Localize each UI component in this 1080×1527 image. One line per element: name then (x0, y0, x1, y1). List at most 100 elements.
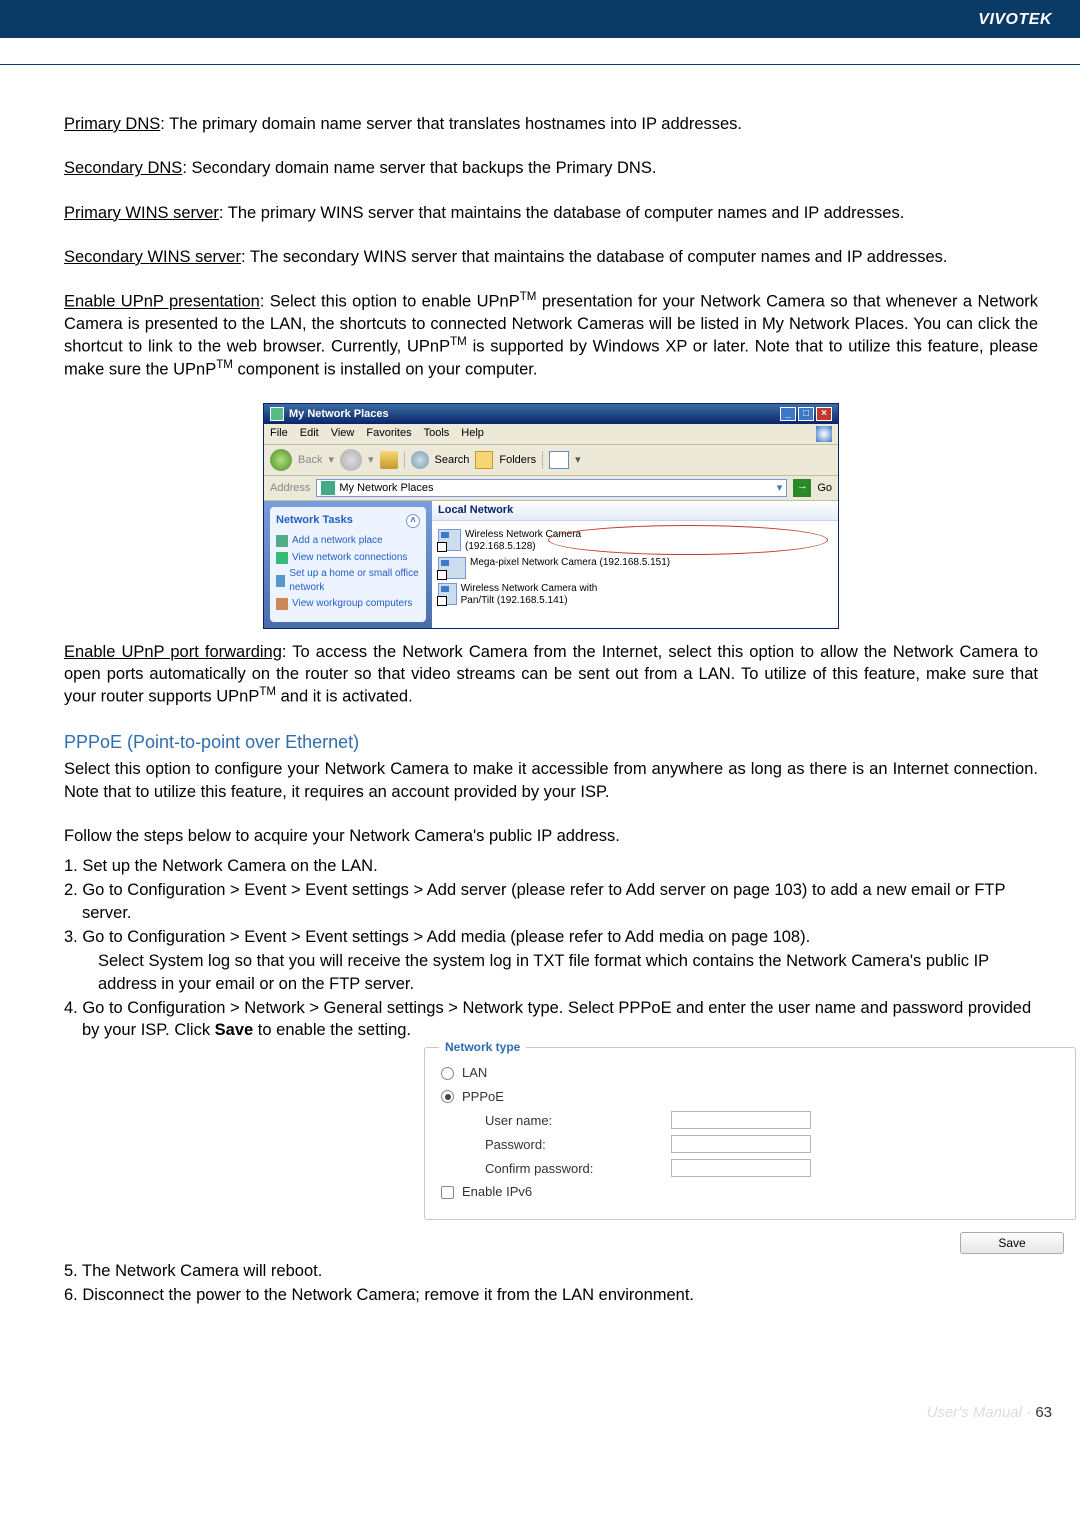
collapse-icon[interactable]: ˄ (406, 514, 420, 528)
primary-wins-text: : The primary WINS server that maintains… (219, 204, 904, 222)
tm-sup-2: TM (450, 336, 467, 348)
pppoe-follow: Follow the steps below to acquire your N… (64, 825, 1038, 847)
back-label: Back (298, 453, 322, 468)
menu-tools[interactable]: Tools (424, 426, 450, 442)
page-footer: User's Manual - 63 (0, 1403, 1080, 1441)
ipv6-checkbox[interactable] (441, 1186, 454, 1199)
sidebar-link-workgroup[interactable]: View workgroup computers (276, 597, 420, 611)
maximize-button[interactable]: □ (798, 407, 814, 421)
lan-radio[interactable] (441, 1067, 454, 1080)
upnp-port-term: Enable UPnP port forwarding (64, 643, 282, 661)
window-toolbar: Back ▾ ▾ Search Folders ▾ (264, 445, 838, 476)
forward-button[interactable] (340, 449, 362, 471)
secondary-wins-para: Secondary WINS server: The secondary WIN… (64, 246, 1038, 268)
sidebar-link-workgroup-text: View workgroup computers (292, 597, 412, 611)
back-button[interactable] (270, 449, 292, 471)
page-content: Primary DNS: The primary domain name ser… (0, 65, 1080, 1333)
step-4b: to enable the setting. (253, 1021, 411, 1039)
ipv6-row: Enable IPv6 (441, 1183, 1059, 1201)
ipv6-label: Enable IPv6 (462, 1183, 532, 1201)
folders-label[interactable]: Folders (499, 453, 536, 468)
callout-oval (548, 525, 828, 555)
search-icon[interactable] (411, 451, 429, 469)
brand-label: VIVOTEK (978, 9, 1052, 31)
pass-row: Password: (441, 1135, 1059, 1153)
upnp-port-b: and it is activated. (276, 688, 413, 706)
menu-file[interactable]: File (270, 426, 288, 442)
network-tasks-panel: Network Tasks ˄ Add a network place View… (270, 507, 426, 621)
pass-input[interactable] (671, 1135, 811, 1153)
pppoe-radio[interactable] (441, 1090, 454, 1103)
window-main-pane: Local Network Wireless Network Camera (1… (432, 501, 838, 627)
save-button[interactable]: Save (960, 1232, 1064, 1254)
address-icon (321, 481, 335, 495)
pppoe-row: PPPoE (441, 1088, 1059, 1106)
network-item-3-label: Wireless Network Camera with Pan/Tilt (1… (461, 583, 618, 607)
camera-icon (438, 583, 457, 605)
minimize-button[interactable]: _ (780, 407, 796, 421)
sidebar-link-setup-net-text: Set up a home or small office network (289, 567, 420, 594)
address-input[interactable]: My Network Places ▾ (316, 479, 787, 497)
close-button[interactable]: × (816, 407, 832, 421)
pppoe-intro: Select this option to configure your Net… (64, 758, 1038, 803)
step-3: 3. Go to Configuration > Event > Event s… (64, 926, 1038, 948)
step-1: 1. Set up the Network Camera on the LAN. (64, 855, 1038, 877)
upnp-port-para: Enable UPnP port forwarding: To access t… (64, 641, 1038, 708)
search-label[interactable]: Search (435, 453, 470, 468)
workgroup-icon (276, 598, 288, 610)
primary-wins-term: Primary WINS server (64, 204, 219, 222)
network-item-2[interactable]: Mega-pixel Network Camera (192.168.5.151… (438, 557, 670, 579)
sidebar-link-view-conn-text: View network connections (292, 551, 407, 565)
tm-sup-1: TM (520, 291, 537, 303)
secondary-dns-para: Secondary DNS: Secondary domain name ser… (64, 157, 1038, 179)
menu-help[interactable]: Help (461, 426, 484, 442)
view-conn-icon (276, 552, 288, 564)
secondary-wins-term: Secondary WINS server (64, 248, 241, 266)
up-folder-icon[interactable] (380, 451, 398, 469)
window-title-text: My Network Places (289, 407, 389, 422)
menu-view[interactable]: View (331, 426, 355, 442)
upnp-present-a: : Select this option to enable UPnP (260, 293, 520, 311)
footer-page-number: 63 (1035, 1404, 1052, 1421)
address-value: My Network Places (339, 481, 433, 496)
tm-sup-4: TM (259, 686, 276, 698)
window-body: Network Tasks ˄ Add a network place View… (264, 501, 838, 627)
primary-wins-para: Primary WINS server: The primary WINS se… (64, 202, 1038, 224)
local-network-header: Local Network (432, 501, 838, 521)
upnp-present-term: Enable UPnP presentation (64, 293, 260, 311)
user-input[interactable] (671, 1111, 811, 1129)
user-label: User name: (485, 1112, 605, 1130)
folders-icon[interactable] (475, 451, 493, 469)
sidebar-link-setup-net[interactable]: Set up a home or small office network (276, 567, 420, 594)
add-place-icon (276, 535, 288, 547)
views-icon[interactable] (549, 451, 569, 469)
sidebar-link-view-conn[interactable]: View network connections (276, 551, 420, 565)
lan-label: LAN (462, 1064, 487, 1082)
my-network-places-window: My Network Places _ □ × File Edit View F… (263, 403, 839, 629)
step-4a: 4. Go to Configuration > Network > Gener… (64, 999, 1031, 1039)
confirm-input[interactable] (671, 1159, 811, 1177)
go-button[interactable]: → (793, 479, 811, 497)
step-4-save: Save (215, 1021, 254, 1039)
setup-net-icon (276, 575, 285, 587)
confirm-label: Confirm password: (485, 1160, 605, 1178)
window-titlebar: My Network Places _ □ × (264, 404, 838, 425)
network-item-3[interactable]: Wireless Network Camera with Pan/Tilt (1… (438, 583, 618, 607)
network-item-2-label: Mega-pixel Network Camera (192.168.5.151… (470, 557, 670, 569)
network-tasks-title-text: Network Tasks (276, 513, 353, 528)
pass-label: Password: (485, 1136, 605, 1154)
upnp-present-para: Enable UPnP presentation: Select this op… (64, 290, 1038, 381)
primary-dns-term: Primary DNS (64, 115, 160, 133)
secondary-wins-text: : The secondary WINS server that maintai… (241, 248, 948, 266)
pppoe-label: PPPoE (462, 1088, 504, 1106)
sidebar-link-add-place[interactable]: Add a network place (276, 534, 420, 548)
go-label: Go (817, 481, 832, 496)
confirm-row: Confirm password: (441, 1159, 1059, 1177)
tm-sup-3: TM (216, 359, 233, 371)
upnp-present-d: component is installed on your computer. (233, 360, 538, 378)
primary-dns-text: : The primary domain name server that tr… (160, 115, 742, 133)
menu-edit[interactable]: Edit (300, 426, 319, 442)
window-title-icon (270, 407, 284, 421)
menu-favorites[interactable]: Favorites (366, 426, 411, 442)
camera-icon (438, 557, 466, 579)
